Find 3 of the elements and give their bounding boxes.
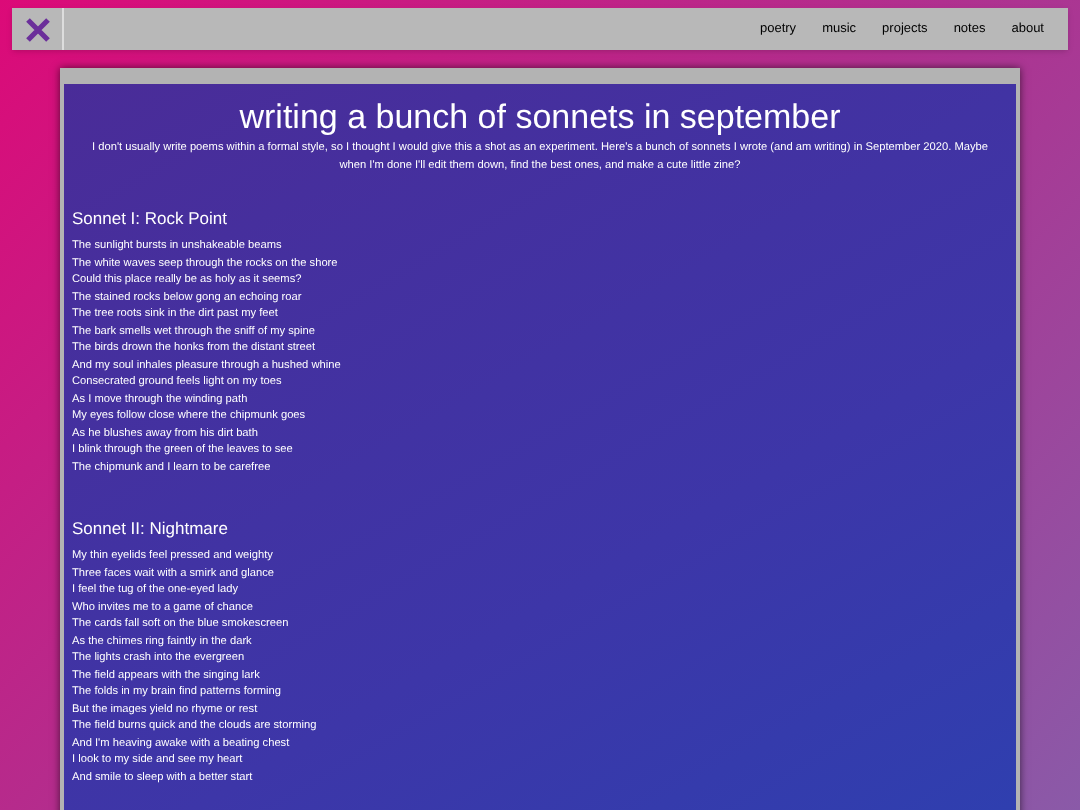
sonnet-title: Sonnet I: Rock Point xyxy=(72,208,229,230)
sonnet-title: Sonnet II: Nightmare xyxy=(72,518,230,540)
page-title: writing a bunch of sonnets in september xyxy=(237,96,843,138)
